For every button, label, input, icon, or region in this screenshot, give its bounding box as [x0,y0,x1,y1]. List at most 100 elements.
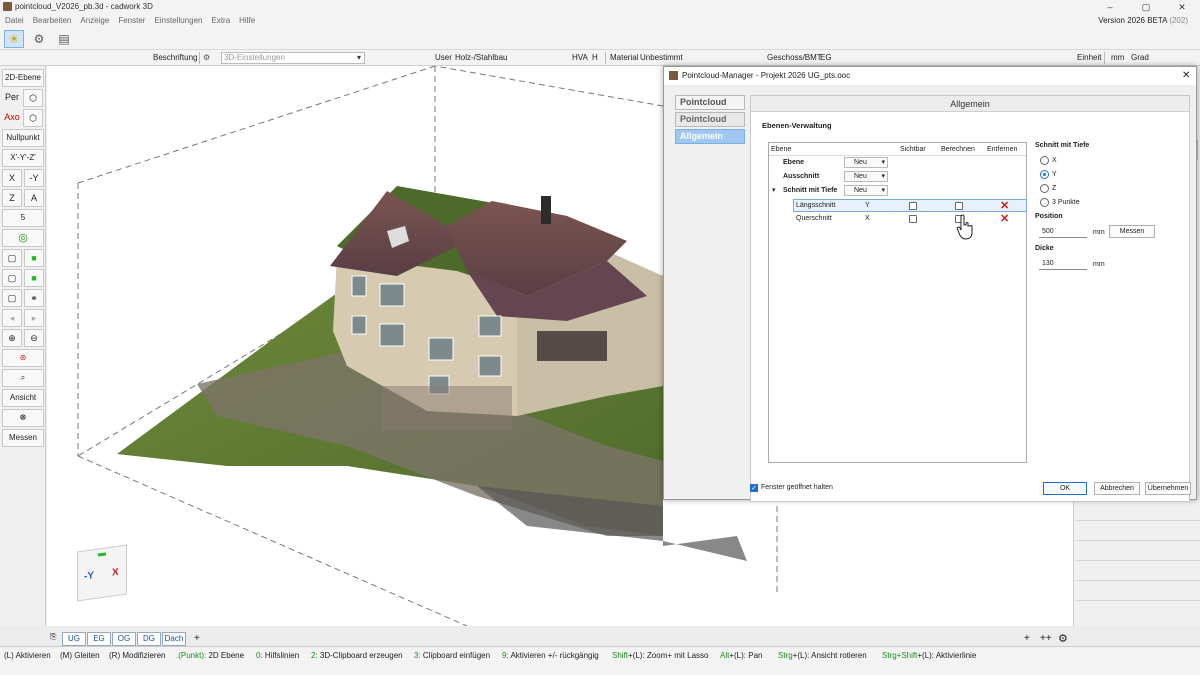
document-icon[interactable]: ▤ [54,30,74,48]
zoom-all-icon[interactable]: ⊛ [2,349,44,367]
layer-tab-dg[interactable]: DG [137,632,161,646]
settings-gear-icon[interactable]: ⚙ [1058,632,1068,645]
cancel-button[interactable]: Abbrechen [1094,482,1140,495]
sichtbar-checkbox[interactable] [909,215,917,223]
add-layer-tab-button[interactable]: + [194,633,200,644]
minimize-button[interactable]: – [1092,0,1128,14]
remove-x-icon[interactable]: ✕ [1000,201,1009,212]
position-input[interactable]: 500 [1039,227,1087,238]
pin-icon[interactable]: ⎘ [50,632,56,642]
3d-settings-select[interactable]: 3D-Einstellungen ▾ [221,52,365,64]
main-toolbar: ☀ ⚙ ▤ [0,28,1200,50]
radio-3-punkte[interactable] [1040,198,1049,207]
settings-gear-icon[interactable]: ⚙ [203,53,210,62]
previous-view-icon[interactable]: ◂ [2,309,22,327]
group-ebene-select[interactable]: Neu [844,157,888,168]
minus-y-view-button[interactable]: -Y [24,169,44,187]
status-key: Shift [612,651,629,660]
remove-x-icon[interactable]: ✕ [1000,214,1009,225]
view-cube-minus-y[interactable]: -Y [84,570,94,582]
sichtbar-checkbox[interactable] [909,202,917,210]
hva-label[interactable]: HVA [572,53,588,62]
unit-grad[interactable]: Grad [1131,53,1149,62]
beschriftung-button[interactable]: Beschriftung [153,53,197,62]
menu-bearbeiten[interactable]: Bearbeiten [33,16,72,25]
apply-button[interactable]: Übernehmen [1145,482,1191,495]
orbit-icon[interactable]: ◎ [2,229,44,247]
ok-button[interactable]: OK [1043,482,1087,495]
group-schnitt-select[interactable]: Neu [844,185,888,196]
menu-anzeige[interactable]: Anzeige [80,16,109,25]
user-value[interactable]: Holz-/Stahlbau [455,53,507,62]
view-5-button[interactable]: 5 [2,209,44,227]
h-label[interactable]: H [592,53,598,62]
radio-x[interactable] [1040,156,1049,165]
maximize-button[interactable]: ▢ [1128,0,1164,14]
tab-allgemein[interactable]: Allgemein [675,129,745,144]
view-cube-x[interactable]: X [112,567,119,579]
table-row[interactable]: Längsschnitt Y ✕ [793,199,1027,212]
messen-button[interactable]: Messen [2,429,44,447]
layer-tab-og[interactable]: OG [112,632,136,646]
cube-wire-icon[interactable]: ▢ [2,269,22,287]
green-cube-icon[interactable]: ■ [24,249,44,267]
z-view-button[interactable]: Z [2,189,22,207]
material-value[interactable]: Unbestimmt [640,53,683,62]
dialog-close-button[interactable]: ✕ [1182,70,1190,81]
green-solid-icon[interactable]: ■ [24,269,44,287]
einheit-label[interactable]: Einheit [1077,53,1101,62]
radio-y[interactable] [1040,170,1049,179]
perspective-cube-icon[interactable]: ⬡ [23,89,43,107]
2d-ebene-button[interactable]: 2D-Ebene [2,69,44,87]
group-schnitt-value: Neu [854,187,867,194]
menu-datei[interactable]: Datei [5,16,24,25]
zoom-out-icon[interactable]: ⊖ [24,329,44,347]
add-plus-button[interactable]: + [1024,633,1030,644]
menu-hilfe[interactable]: Hilfe [239,16,255,25]
ansicht-button[interactable]: Ansicht [2,389,44,407]
radio-z[interactable] [1040,184,1049,193]
axo-button[interactable]: Axo [2,109,22,127]
dicke-input[interactable]: 130 [1039,259,1087,270]
view-cube[interactable]: -Y X [77,544,127,602]
zoom-in-icon[interactable]: ⊕ [2,329,22,347]
user-label[interactable]: User [435,53,452,62]
group-ausschnitt-select[interactable]: Neu [844,171,888,182]
geschoss-value[interactable]: EG [820,53,832,62]
menu-fenster[interactable]: Fenster [118,16,145,25]
geschoss-label[interactable]: Geschoss/BMT [767,53,822,62]
gear-view-icon[interactable]: ⚙ [29,30,49,48]
x-view-button[interactable]: X [2,169,22,187]
menu-einstellungen[interactable]: Einstellungen [154,16,202,25]
collapse-chevron-icon[interactable]: ▾ [772,186,776,194]
zoom-window-icon[interactable]: ⌕ [2,369,44,387]
keep-open-checkbox[interactable]: ✓ [750,484,758,492]
connection-icon[interactable]: ⚭ [24,289,44,307]
cube-small-icon[interactable]: ▢ [2,289,22,307]
berechnen-checkbox[interactable] [955,202,963,210]
sun-icon[interactable]: ☀ [4,30,24,48]
layer-tab-eg[interactable]: EG [87,632,111,646]
material-label[interactable]: Material [610,53,638,62]
cube-outline-icon[interactable]: ▢ [2,249,22,267]
messen-button[interactable]: Messen [1109,225,1155,238]
per-button[interactable]: Per [2,89,22,107]
tab-pointcloud-2[interactable]: Pointcloud [675,112,745,127]
layer-tab-ug[interactable]: UG [62,632,86,646]
status-text: +(L): Aktivierlinie [917,651,977,660]
right-panel-row [1076,520,1200,521]
tab-pointcloud-1[interactable]: Pointcloud [675,95,745,110]
nullpunkt-button[interactable]: Nullpunkt [2,129,44,147]
add-plusplus-button[interactable]: ++ [1040,633,1052,644]
close-window-button[interactable]: ✕ [1164,0,1200,14]
layer-tab-dach[interactable]: Dach [162,632,186,646]
axo-cube-icon[interactable]: ⬡ [23,109,43,127]
unit-mm[interactable]: mm [1111,53,1124,62]
table-row[interactable]: Querschnitt X ✕ [793,213,1027,226]
xyz-button[interactable]: X'-Y'-Z' [2,149,44,167]
next-view-icon[interactable]: ▸ [24,309,44,327]
menu-extra[interactable]: Extra [211,16,230,25]
steering-wheel-icon[interactable]: ☸ [2,409,44,427]
group-ausschnitt-value: Neu [854,173,867,180]
a-view-button[interactable]: A [24,189,44,207]
